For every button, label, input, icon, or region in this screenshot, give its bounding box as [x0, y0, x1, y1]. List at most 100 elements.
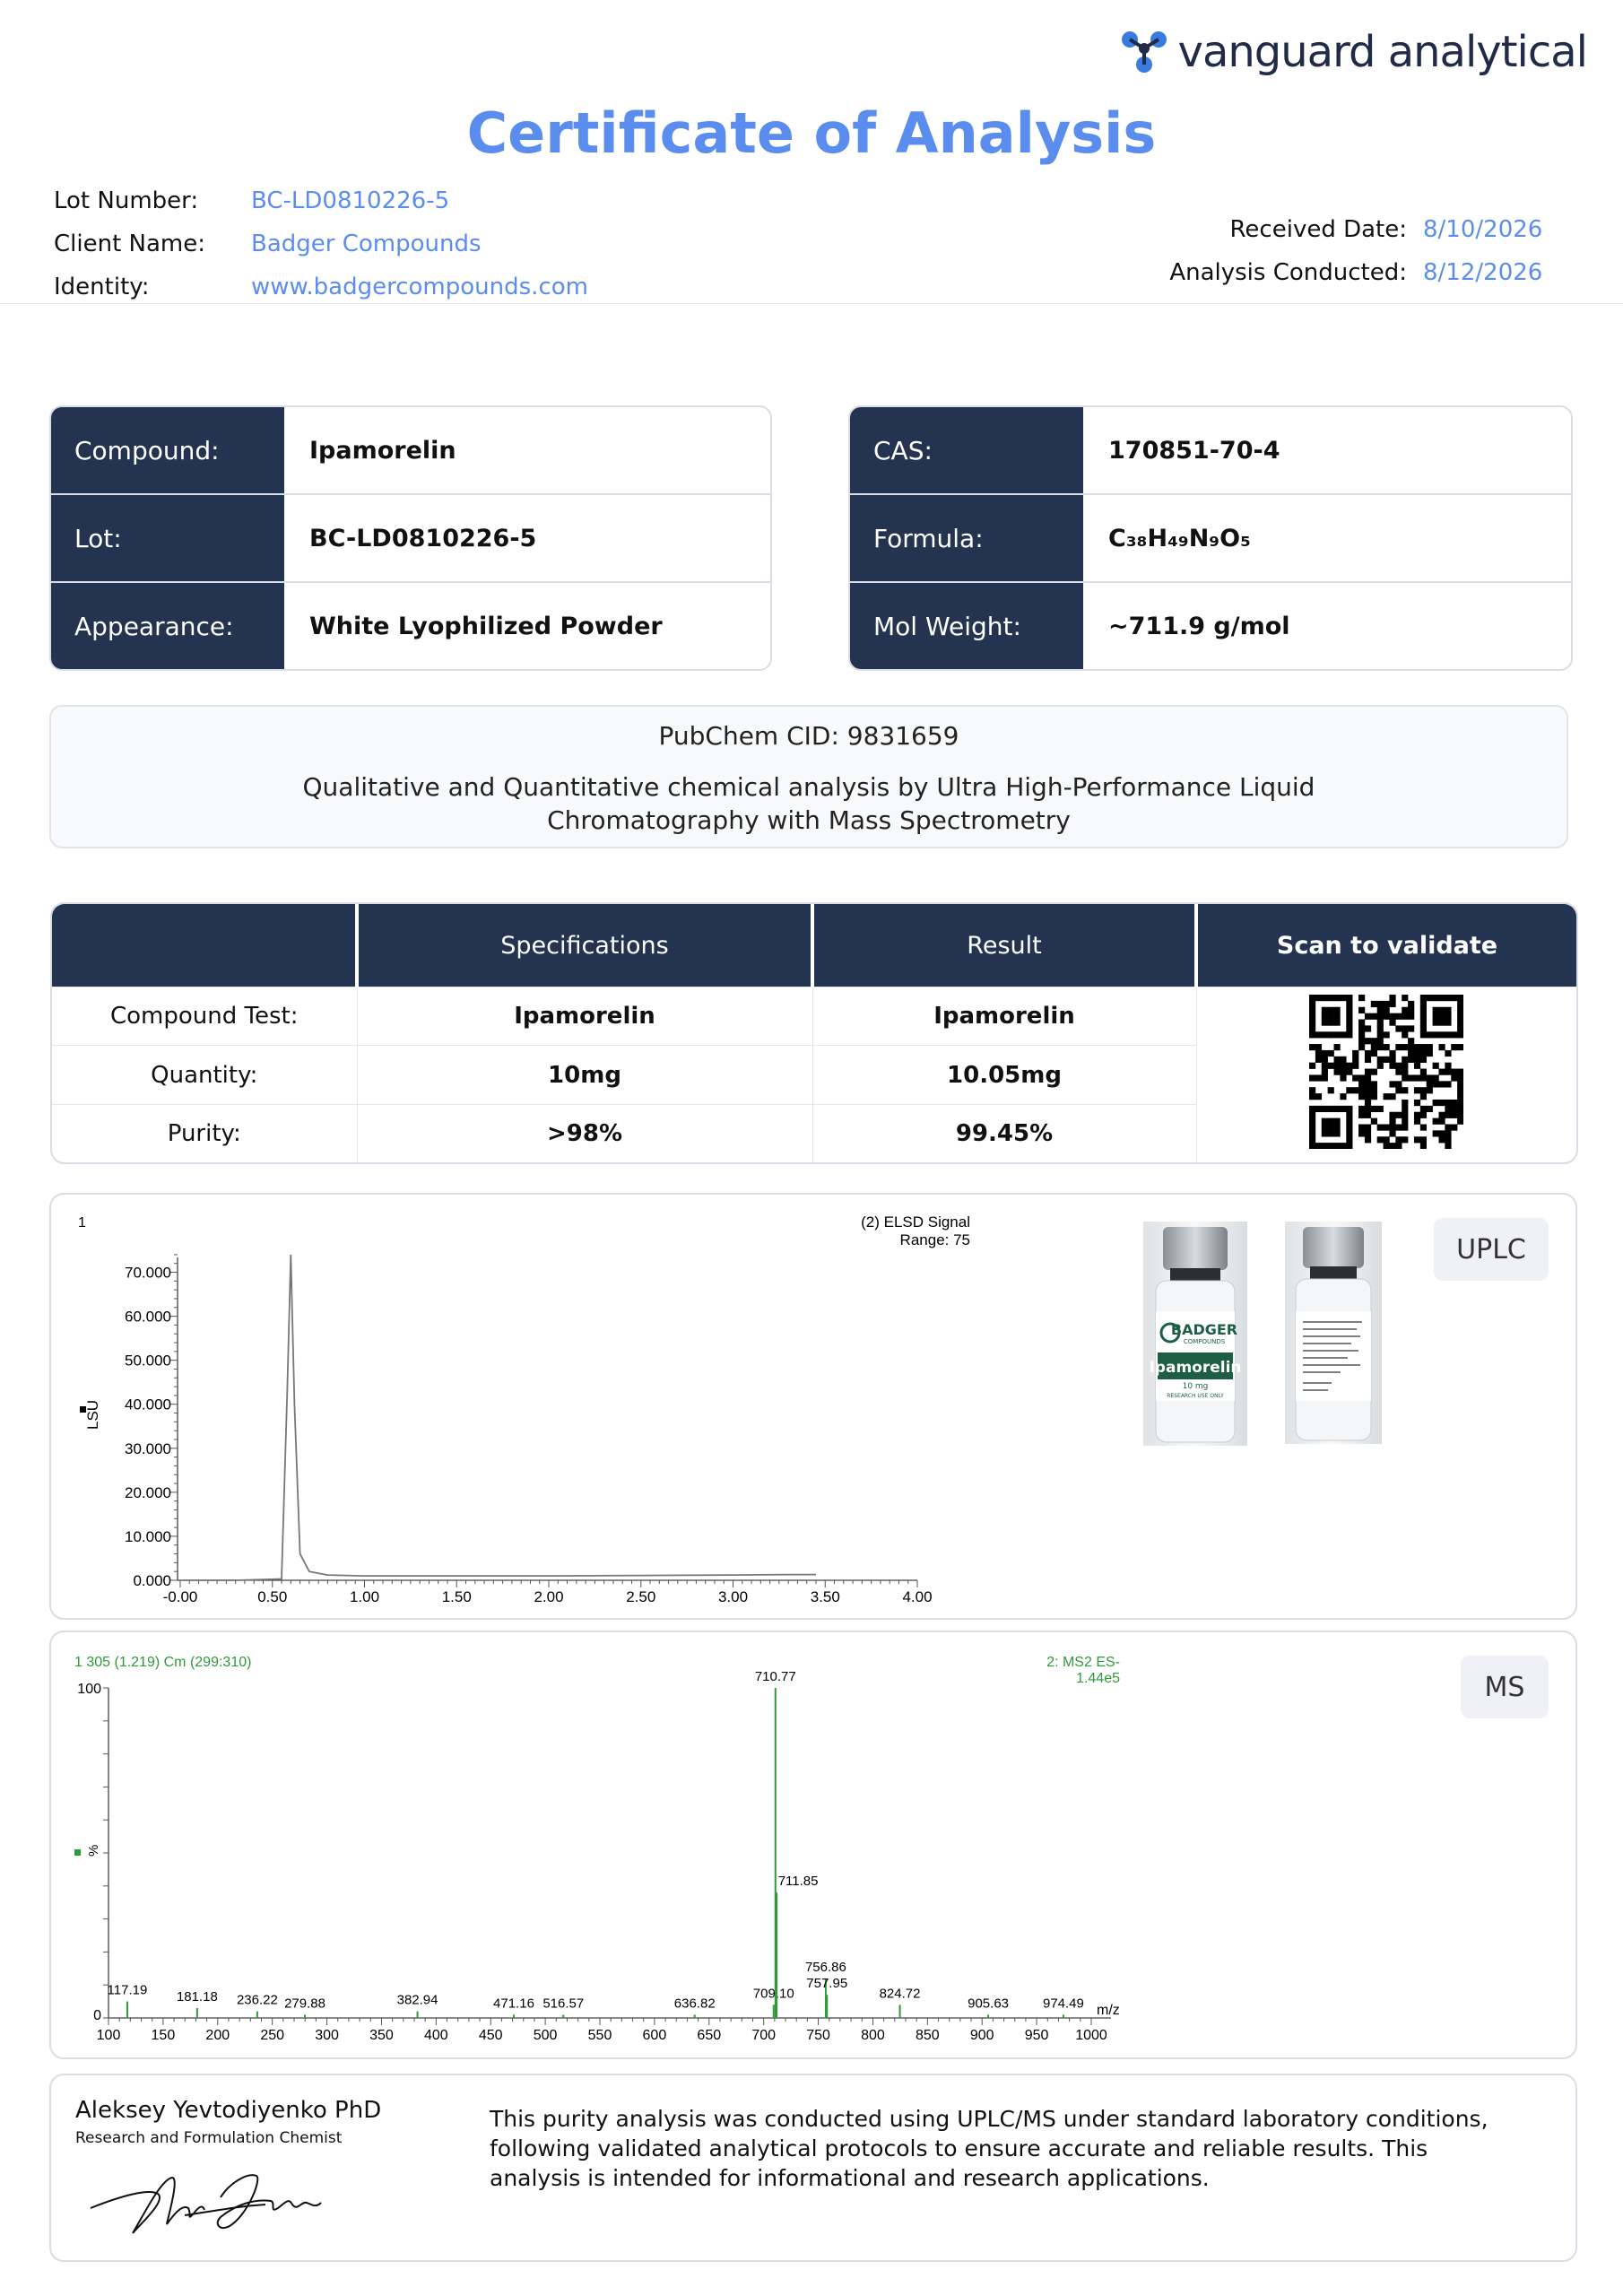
info-label: Lot:: [51, 495, 284, 581]
qr-module: [1445, 1099, 1452, 1107]
qr-module: [1340, 1068, 1347, 1075]
qr-module: [1352, 1049, 1359, 1057]
qr-module: [1438, 1111, 1445, 1118]
qr-module: [1457, 1000, 1464, 1008]
qr-module: [1383, 1006, 1390, 1013]
qr-module: [1420, 1019, 1428, 1026]
qr-module: [1402, 1099, 1409, 1107]
qr-module: [1376, 1124, 1384, 1131]
qr-module: [1365, 1081, 1372, 1088]
vial-use: RESEARCH USE ONLY: [1167, 1393, 1224, 1399]
qr-module: [1426, 1105, 1434, 1113]
results-header-specifications: Specifications: [357, 904, 814, 987]
qr-module: [1365, 1099, 1372, 1107]
qr-module: [1402, 1111, 1409, 1118]
qr-module: [1420, 1000, 1428, 1008]
ms-peak-label: 709.10: [753, 1986, 794, 2001]
qr-module: [1333, 1118, 1341, 1125]
qr-module: [1426, 1074, 1434, 1082]
qr-module: [1346, 1118, 1353, 1125]
table-row: Compound Test: Ipamorelin Ipamorelin: [52, 986, 1576, 1162]
ms-x-tick-label: 550: [588, 2028, 612, 2043]
qr-module: [1327, 1105, 1335, 1113]
ms-x-tick-label: 700: [751, 2028, 776, 2043]
qr-module: [1402, 1013, 1409, 1020]
ms-peak-label: 710.77: [755, 1669, 796, 1684]
qr-module: [1346, 995, 1353, 1002]
qr-module: [1383, 1031, 1390, 1039]
qr-module: [1457, 1006, 1464, 1013]
uplc-y-tick-label: 10.000: [125, 1528, 171, 1545]
qr-module: [1365, 1049, 1372, 1057]
qr-module: [1358, 1087, 1366, 1094]
qr-module: [1376, 1062, 1384, 1069]
qr-module: [1395, 1087, 1402, 1094]
qr-module: [1457, 1013, 1464, 1020]
qr-module: [1426, 1049, 1434, 1057]
ms-x-tick-label: 300: [315, 2028, 339, 2043]
qr-module: [1432, 1031, 1440, 1039]
qr-module: [1358, 1111, 1366, 1118]
qr-module: [1333, 1031, 1341, 1039]
results-header-row: Specifications Result Scan to validate: [52, 904, 1576, 987]
qr-module: [1432, 1099, 1440, 1107]
qr-module: [1438, 1068, 1445, 1075]
qr-module: [1420, 1068, 1428, 1075]
results-header-scan: Scan to validate: [1196, 904, 1576, 987]
qr-module: [1309, 1074, 1316, 1082]
qr-module: [1309, 1044, 1316, 1051]
qr-code[interactable]: [1309, 995, 1464, 1150]
info-value: BC-LD0810226-5: [309, 524, 537, 552]
qr-module: [1445, 995, 1452, 1002]
qr-module: [1389, 1081, 1396, 1088]
qr-module: [1322, 1118, 1329, 1125]
qr-module: [1457, 1019, 1464, 1026]
qr-module: [1322, 1019, 1329, 1026]
identity-link[interactable]: www.badgercompounds.com: [251, 265, 588, 309]
qr-module: [1309, 1031, 1316, 1039]
qr-module: [1371, 1118, 1378, 1125]
qr-module: [1346, 1143, 1353, 1150]
ms-peak-label: 757.95: [806, 1976, 847, 1991]
info-row: Appearance: White Lyophilized Powder: [51, 583, 770, 669]
qr-module: [1414, 1118, 1421, 1125]
uplc-y-tick-label: 70.000: [125, 1265, 171, 1282]
qr-module: [1365, 1068, 1372, 1075]
qr-module: [1432, 1006, 1440, 1013]
qr-module: [1322, 1143, 1329, 1150]
qr-module: [1445, 1124, 1452, 1131]
qr-module: [1309, 1118, 1316, 1125]
qr-module: [1445, 1068, 1452, 1075]
qr-module: [1376, 1056, 1384, 1063]
qr-module: [1322, 1056, 1329, 1063]
qr-module: [1426, 1031, 1434, 1039]
qr-module: [1389, 1056, 1396, 1063]
qr-module: [1438, 1130, 1445, 1137]
qr-module: [1309, 1019, 1316, 1026]
qr-module: [1414, 1044, 1421, 1051]
qr-module: [1445, 1105, 1452, 1113]
molecule-icon: [1121, 31, 1167, 73]
uplc-x-tick-label: 2.50: [626, 1588, 655, 1605]
qr-module: [1327, 1062, 1335, 1069]
info-row: Lot: BC-LD0810226-5: [51, 495, 770, 583]
qr-module: [1333, 1019, 1341, 1026]
info-label: CAS:: [850, 407, 1083, 493]
qr-module: [1445, 1019, 1452, 1026]
qr-module: [1432, 1118, 1440, 1125]
spec-value: 10mg: [357, 1045, 813, 1105]
qr-module: [1346, 1124, 1353, 1131]
qr-module: [1358, 1025, 1366, 1032]
ms-peak-label: 756.86: [805, 1960, 846, 1975]
ms-peak-label: 905.63: [968, 1996, 1009, 2011]
uplc-signal-line: [180, 1254, 816, 1581]
qr-module: [1438, 1099, 1445, 1107]
qr-module: [1402, 995, 1409, 1002]
vial-product: Ipamorelin: [1149, 1359, 1241, 1377]
uplc-panel: 1 (2) ELSD Signal Range: 75 LSU -0.00 0.5…: [49, 1193, 1577, 1620]
pubchem-cid: PubChem CID: 9831659: [658, 721, 959, 751]
qr-module: [1340, 1031, 1347, 1039]
spec-value: >98%: [357, 1103, 813, 1162]
qr-module: [1420, 1044, 1428, 1051]
qr-module: [1315, 1031, 1323, 1039]
